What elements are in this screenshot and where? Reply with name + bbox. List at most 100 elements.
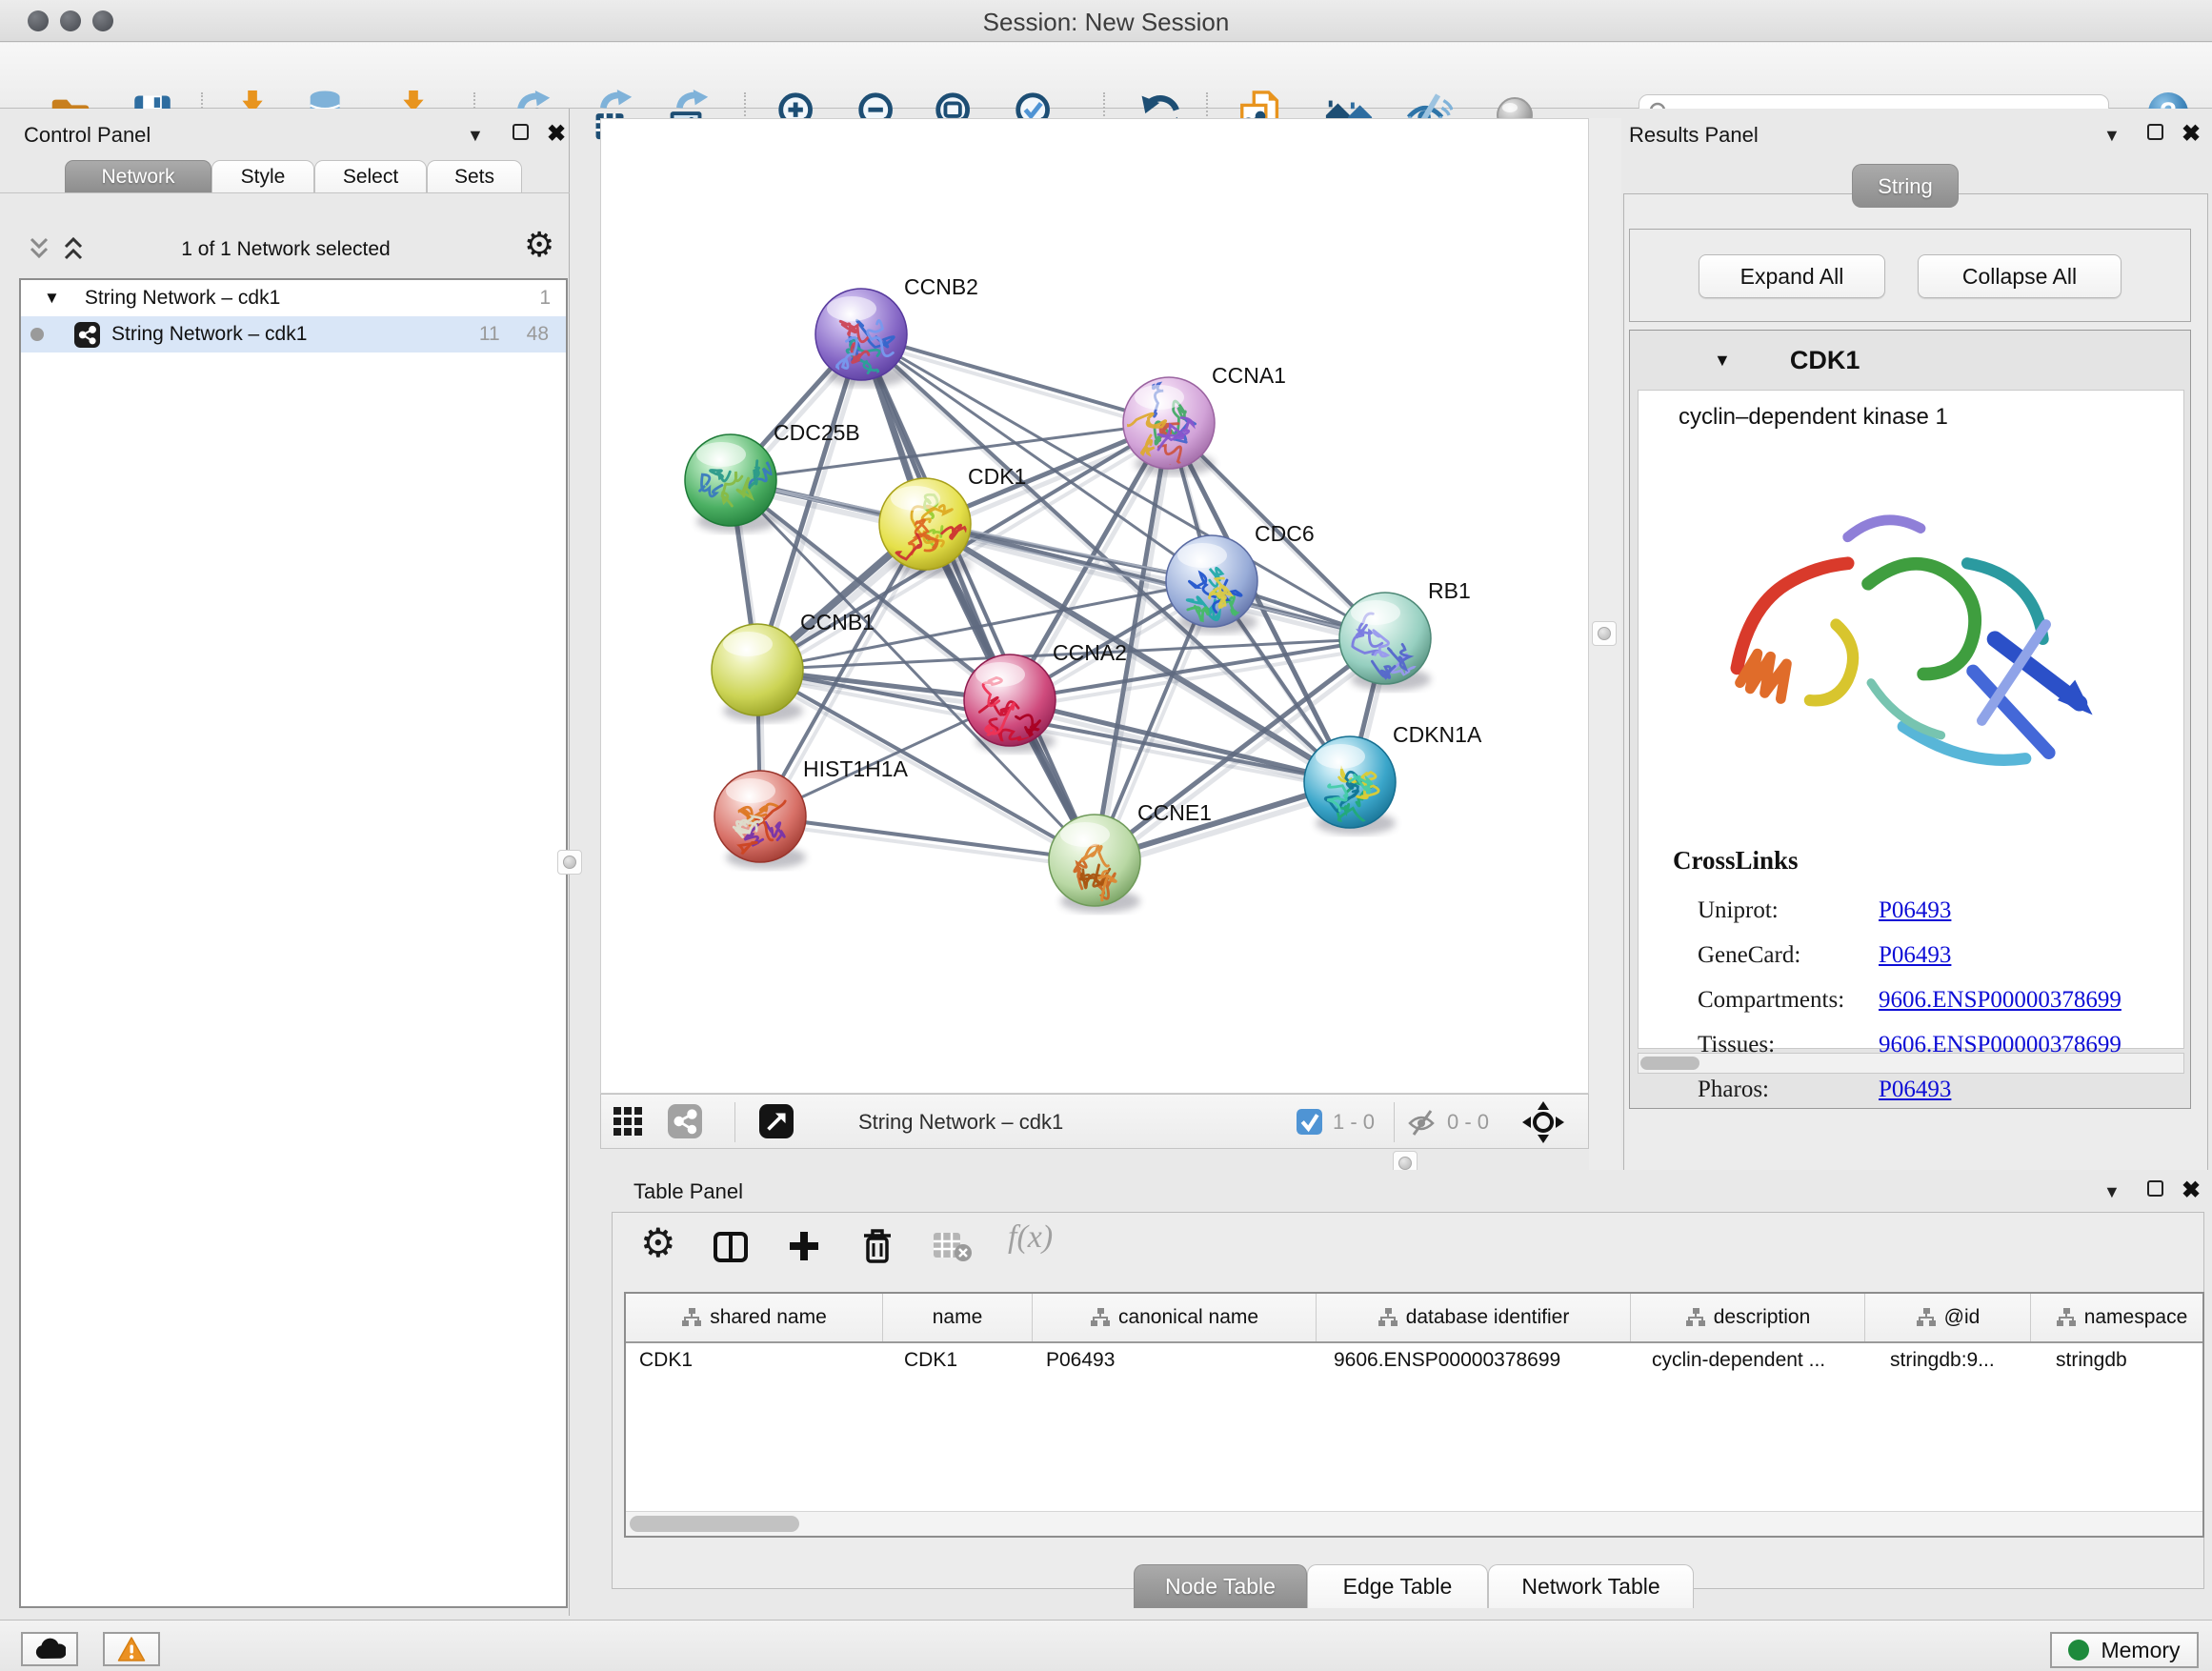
- detach-view-button[interactable]: [759, 1104, 794, 1143]
- table-panel-maximize-button[interactable]: [2147, 1180, 2163, 1197]
- collapse-all-button[interactable]: Collapse All: [1918, 254, 2122, 298]
- uniprot-link[interactable]: P06493: [1879, 897, 1951, 924]
- pharos-link[interactable]: P06493: [1879, 1077, 1951, 1103]
- node-label-CDC6: CDC6: [1255, 521, 1315, 546]
- right-splitter-handle[interactable]: [1592, 621, 1617, 646]
- crosslink-row: GeneCard: P06493: [1698, 933, 2174, 977]
- network-row-selected[interactable]: String Network – cdk1 11 48: [21, 316, 566, 352]
- expand-all-networks-button[interactable]: [25, 234, 53, 268]
- table-scrollbar-thumb[interactable]: [630, 1516, 799, 1532]
- tab-edge-table[interactable]: Edge Table: [1307, 1564, 1488, 1608]
- cloud-icon: [33, 1638, 66, 1661]
- column-header-canonical-name[interactable]: canonical name: [1033, 1294, 1317, 1341]
- node-gloss: [1060, 822, 1110, 847]
- birds-eye-view-button[interactable]: [1521, 1100, 1565, 1149]
- table-panel: Table Panel ▼ ✖ ⚙ f(x) shared name name …: [600, 1170, 2212, 1620]
- expand-all-button[interactable]: Expand All: [1699, 254, 1885, 298]
- main-toolbar: ?: [0, 43, 2212, 109]
- hidden-toggle[interactable]: [1407, 1108, 1436, 1141]
- table-header-row: shared name name canonical name database…: [626, 1294, 2204, 1343]
- delete-columns-button[interactable]: [859, 1227, 895, 1270]
- tab-string[interactable]: String: [1852, 164, 1959, 208]
- network-tree: ▼ String Network – cdk1 1 String Network…: [19, 278, 568, 1608]
- network-badge-button[interactable]: [668, 1104, 702, 1143]
- column-header-id[interactable]: @id: [1865, 1294, 2031, 1341]
- table-horizontal-scrollbar: [626, 1511, 2202, 1536]
- node-gloss: [1135, 385, 1184, 410]
- hidden-count: 0 - 0: [1447, 1110, 1489, 1135]
- node-label-CDK1: CDK1: [968, 464, 1026, 489]
- network-collection-row[interactable]: ▼ String Network – cdk1 1: [21, 280, 566, 316]
- network-canvas[interactable]: CCNB2CCNA1CDC25BCDK1CDC6RB1CCNB1CCNA2CDK…: [600, 118, 1589, 1094]
- columns-icon: [713, 1231, 749, 1263]
- memory-status-button[interactable]: Memory: [2050, 1632, 2199, 1668]
- tab-select[interactable]: Select: [314, 160, 427, 192]
- status-bar: Memory: [0, 1620, 2212, 1671]
- compartments-link[interactable]: 9606.ENSP00000378699: [1879, 987, 2122, 1014]
- trash-icon: [859, 1227, 895, 1265]
- current-network-dot-icon: [30, 328, 44, 341]
- node-label-CDC25B: CDC25B: [774, 420, 860, 445]
- table-settings-gear-icon[interactable]: ⚙: [640, 1219, 676, 1266]
- network-edge-count: 48: [527, 323, 549, 346]
- network-edge-shadow: [929, 532, 1389, 646]
- shared-column-icon: [2056, 1307, 2077, 1328]
- left-splitter-handle[interactable]: [557, 850, 582, 875]
- tab-style[interactable]: Style: [211, 160, 314, 192]
- column-header-shared-name[interactable]: shared name: [626, 1294, 883, 1341]
- tab-network-table[interactable]: Network Table: [1488, 1564, 1694, 1608]
- node-label-CCNA2: CCNA2: [1053, 640, 1127, 665]
- column-header-namespace[interactable]: namespace: [2031, 1294, 2204, 1341]
- delete-table-button-disabled[interactable]: [932, 1229, 974, 1268]
- collection-label: String Network – cdk1: [85, 287, 280, 310]
- tab-node-table[interactable]: Node Table: [1134, 1564, 1307, 1608]
- collapse-card-triangle-icon[interactable]: ▼: [1714, 351, 1731, 371]
- node-gloss: [726, 778, 775, 803]
- protein-card-body: cyclin–dependent kinase 1 Cr: [1638, 390, 2184, 1049]
- control-panel-title: Control Panel: [24, 123, 151, 148]
- warning-triangle-icon: [117, 1636, 146, 1662]
- card-scrollbar-thumb[interactable]: [1640, 1057, 1699, 1070]
- collection-expand-triangle-icon[interactable]: ▼: [44, 289, 60, 308]
- network-view-toolbar: String Network – cdk1 1 - 0 0 - 0: [600, 1094, 1589, 1149]
- plus-icon: [787, 1229, 821, 1263]
- function-builder-button-disabled[interactable]: f(x): [1008, 1219, 1053, 1256]
- shared-column-icon: [1090, 1307, 1111, 1328]
- column-header-name[interactable]: name: [883, 1294, 1033, 1341]
- selected-nodes-checkbox[interactable]: [1297, 1109, 1322, 1139]
- table-panel-float-button[interactable]: ▼: [2103, 1182, 2121, 1202]
- collection-count: 1: [539, 287, 551, 310]
- network-node-count: 11: [479, 323, 500, 346]
- protein-card-header[interactable]: ▼ CDK1: [1630, 331, 2190, 390]
- genecard-link[interactable]: P06493: [1879, 942, 1951, 969]
- column-header-database-identifier[interactable]: database identifier: [1317, 1294, 1631, 1341]
- node-label-CCNA1: CCNA1: [1212, 363, 1286, 388]
- warnings-button[interactable]: [103, 1632, 160, 1666]
- tab-network[interactable]: Network: [65, 160, 211, 192]
- grid-icon: [613, 1106, 643, 1137]
- show-columns-button[interactable]: [713, 1231, 749, 1268]
- results-panel-float-button[interactable]: ▼: [2103, 126, 2121, 146]
- tab-sets[interactable]: Sets: [427, 160, 522, 192]
- shared-column-icon: [1916, 1307, 1937, 1328]
- node-label-CCNB1: CCNB1: [800, 610, 875, 634]
- node-table: shared name name canonical name database…: [624, 1292, 2204, 1538]
- crosslink-row: Uniprot: P06493: [1698, 888, 2174, 933]
- create-column-button[interactable]: [787, 1229, 821, 1268]
- control-panel-float-button[interactable]: ▼: [467, 126, 484, 146]
- table-panel-close-button[interactable]: ✖: [2182, 1177, 2201, 1204]
- table-row[interactable]: CDK1 CDK1 P06493 9606.ENSP00000378699 cy…: [626, 1343, 2204, 1378]
- results-panel-maximize-button[interactable]: [2147, 124, 2163, 140]
- column-header-description[interactable]: description: [1631, 1294, 1865, 1341]
- network-options-gear-icon[interactable]: ⚙: [524, 225, 554, 265]
- results-panel-close-button[interactable]: ✖: [2182, 120, 2201, 148]
- crosslinks-list: Uniprot: P06493 GeneCard: P06493 Compart…: [1698, 888, 2174, 1112]
- node-gloss: [1316, 744, 1365, 769]
- node-gloss: [827, 296, 876, 321]
- results-panel: Results Panel ▼ ✖ String Expand All Coll…: [1621, 109, 2212, 1174]
- control-panel-close-button[interactable]: ✖: [547, 120, 566, 148]
- collapse-all-networks-button[interactable]: [59, 234, 88, 268]
- control-panel-maximize-button[interactable]: [513, 124, 529, 140]
- automation-status-button[interactable]: [21, 1632, 78, 1666]
- always-show-grid-button[interactable]: [613, 1106, 643, 1141]
